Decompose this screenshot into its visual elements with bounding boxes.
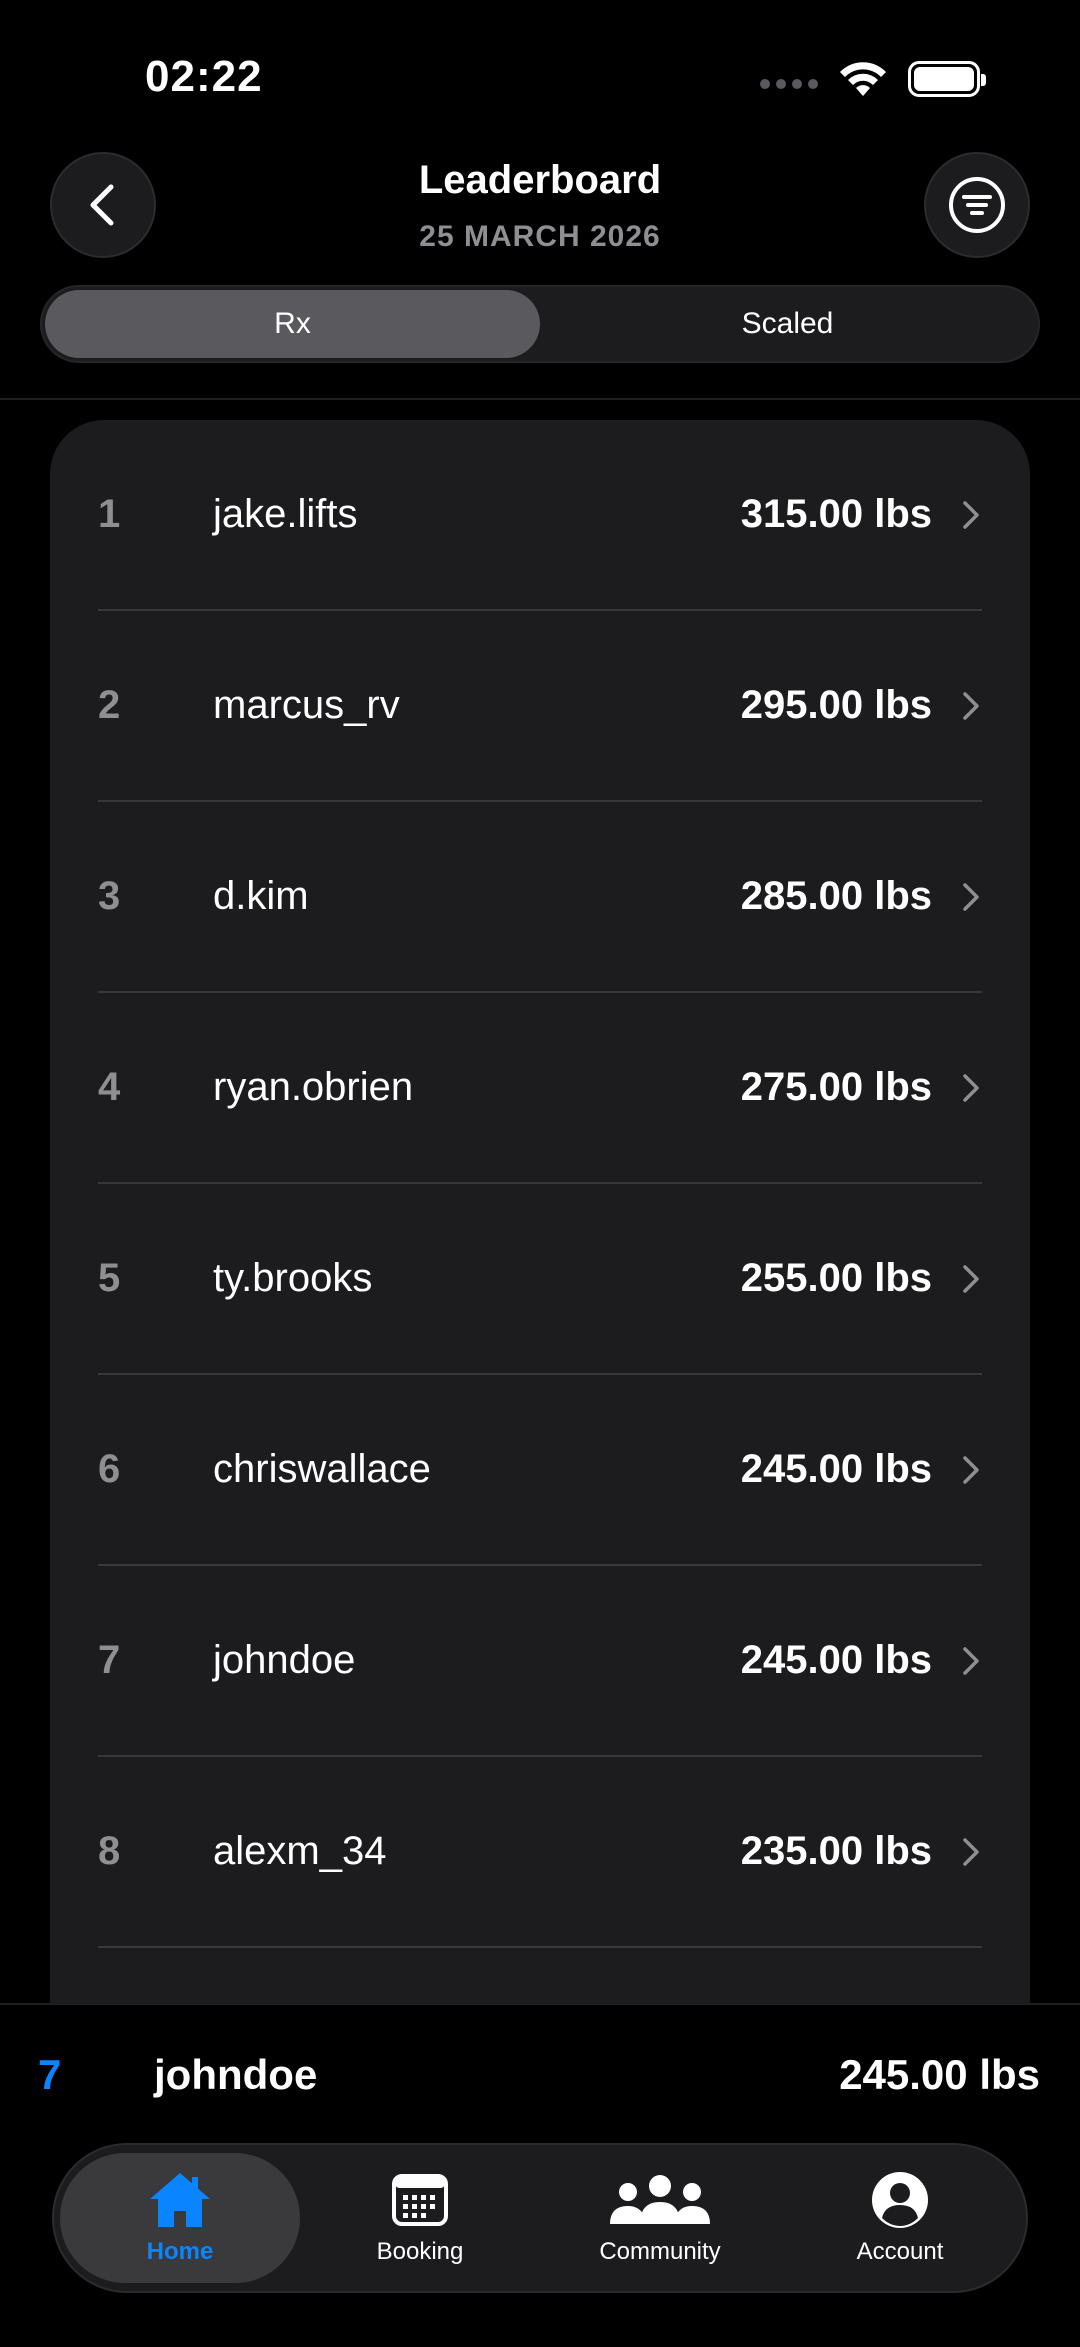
rank-number: 1	[98, 492, 121, 536]
leaderboard-row[interactable]: 1 jake.lifts 315.00 lbs	[98, 420, 982, 611]
wifi-icon	[840, 62, 886, 96]
page-title: Leaderboard	[418, 158, 662, 202]
leaderboard-row[interactable]: 5 ty.brooks 255.00 lbs	[98, 1184, 982, 1375]
athlete-score: 285.00 lbs	[740, 874, 932, 918]
home-icon	[150, 2173, 210, 2227]
athlete-score: 275.00 lbs	[740, 1065, 932, 1109]
athlete-score: 315.00 lbs	[740, 492, 932, 536]
leaderboard-row[interactable]: 3 d.kim 285.00 lbs	[98, 802, 982, 993]
tab-booking-label: Booking	[376, 2238, 464, 2265]
calendar-icon	[392, 2174, 448, 2226]
leaderboard-row[interactable]: 8 alexm_34 235.00 lbs	[98, 1757, 982, 1948]
page-subtitle-date: 25 MARCH 2026	[419, 220, 661, 253]
chevron-right-icon	[963, 691, 979, 720]
chevron-right-icon	[963, 1455, 979, 1484]
tab-home-label: Home	[146, 2238, 214, 2265]
account-icon	[872, 2172, 928, 2228]
status-icons	[760, 60, 986, 98]
community-icon	[610, 2175, 710, 2224]
rank-number: 4	[98, 1065, 121, 1109]
chevron-right-icon	[963, 1646, 979, 1675]
athlete-name: alexm_34	[213, 1829, 387, 1873]
leaderboard-list: 1 jake.lifts 315.00 lbs 2 marcus_rv 295.…	[50, 420, 1030, 2120]
battery-icon	[908, 61, 986, 97]
status-time: 02:22	[145, 52, 263, 101]
tab-home[interactable]: Home	[60, 2153, 300, 2283]
rank-number: 3	[98, 874, 121, 918]
tab-community[interactable]: Community	[540, 2153, 780, 2283]
cellular-signal-icon	[760, 79, 818, 89]
rank-number: 6	[98, 1447, 121, 1491]
current-user-score: 245.00 lbs	[839, 2051, 1040, 2098]
chevron-right-icon	[963, 500, 979, 529]
header-divider	[0, 398, 1080, 400]
chevron-right-icon	[963, 1264, 979, 1293]
athlete-score: 245.00 lbs	[740, 1447, 932, 1491]
rank-number: 7	[98, 1638, 121, 1682]
athlete-score: 295.00 lbs	[740, 683, 932, 727]
leaderboard-row[interactable]: 6 chriswallace 245.00 lbs	[98, 1375, 982, 1566]
chevron-right-icon	[963, 1837, 979, 1866]
athlete-name: chriswallace	[213, 1447, 431, 1491]
tab-account[interactable]: Account	[780, 2153, 1020, 2283]
division-segmented-control: Rx Scaled	[40, 285, 1040, 363]
tab-community-label: Community	[599, 2238, 721, 2265]
filter-icon	[949, 177, 1005, 233]
tab-account-label: Account	[856, 2238, 944, 2265]
athlete-name: d.kim	[213, 874, 309, 918]
chevron-right-icon	[963, 1073, 979, 1102]
segment-rx[interactable]: Rx	[45, 290, 540, 358]
current-user-rank: 7	[38, 2051, 62, 2098]
athlete-name: jake.lifts	[213, 492, 358, 536]
athlete-score: 245.00 lbs	[740, 1638, 932, 1682]
leaderboard-row[interactable]: 2 marcus_rv 295.00 lbs	[98, 611, 982, 802]
rank-number: 8	[98, 1829, 121, 1873]
leaderboard-row[interactable]: 7 johndoe 245.00 lbs	[98, 1566, 982, 1757]
athlete-name: marcus_rv	[213, 683, 400, 727]
athlete-score: 255.00 lbs	[740, 1256, 932, 1300]
leaderboard-row[interactable]: 4 ryan.obrien 275.00 lbs	[98, 993, 982, 1184]
tab-booking[interactable]: Booking	[300, 2153, 540, 2283]
segment-scaled[interactable]: Scaled	[540, 290, 1035, 358]
athlete-name: ryan.obrien	[213, 1065, 414, 1109]
filter-button[interactable]	[924, 152, 1030, 258]
screen: 02:22 Leaderboard 25 MARCH 2026 Rx Scale…	[0, 0, 1080, 2347]
athlete-name: ty.brooks	[213, 1256, 373, 1300]
rank-number: 5	[98, 1256, 121, 1300]
rank-number: 2	[98, 683, 121, 727]
athlete-name: johndoe	[213, 1638, 356, 1682]
athlete-score: 235.00 lbs	[740, 1829, 932, 1873]
bottom-tab-bar: Home Booking Community Account	[52, 2143, 1028, 2293]
current-user-rank-bar[interactable]: 7 johndoe 245.00 lbs	[0, 2003, 1080, 2145]
current-user-name: johndoe	[154, 2051, 318, 2098]
chevron-right-icon	[963, 882, 979, 911]
